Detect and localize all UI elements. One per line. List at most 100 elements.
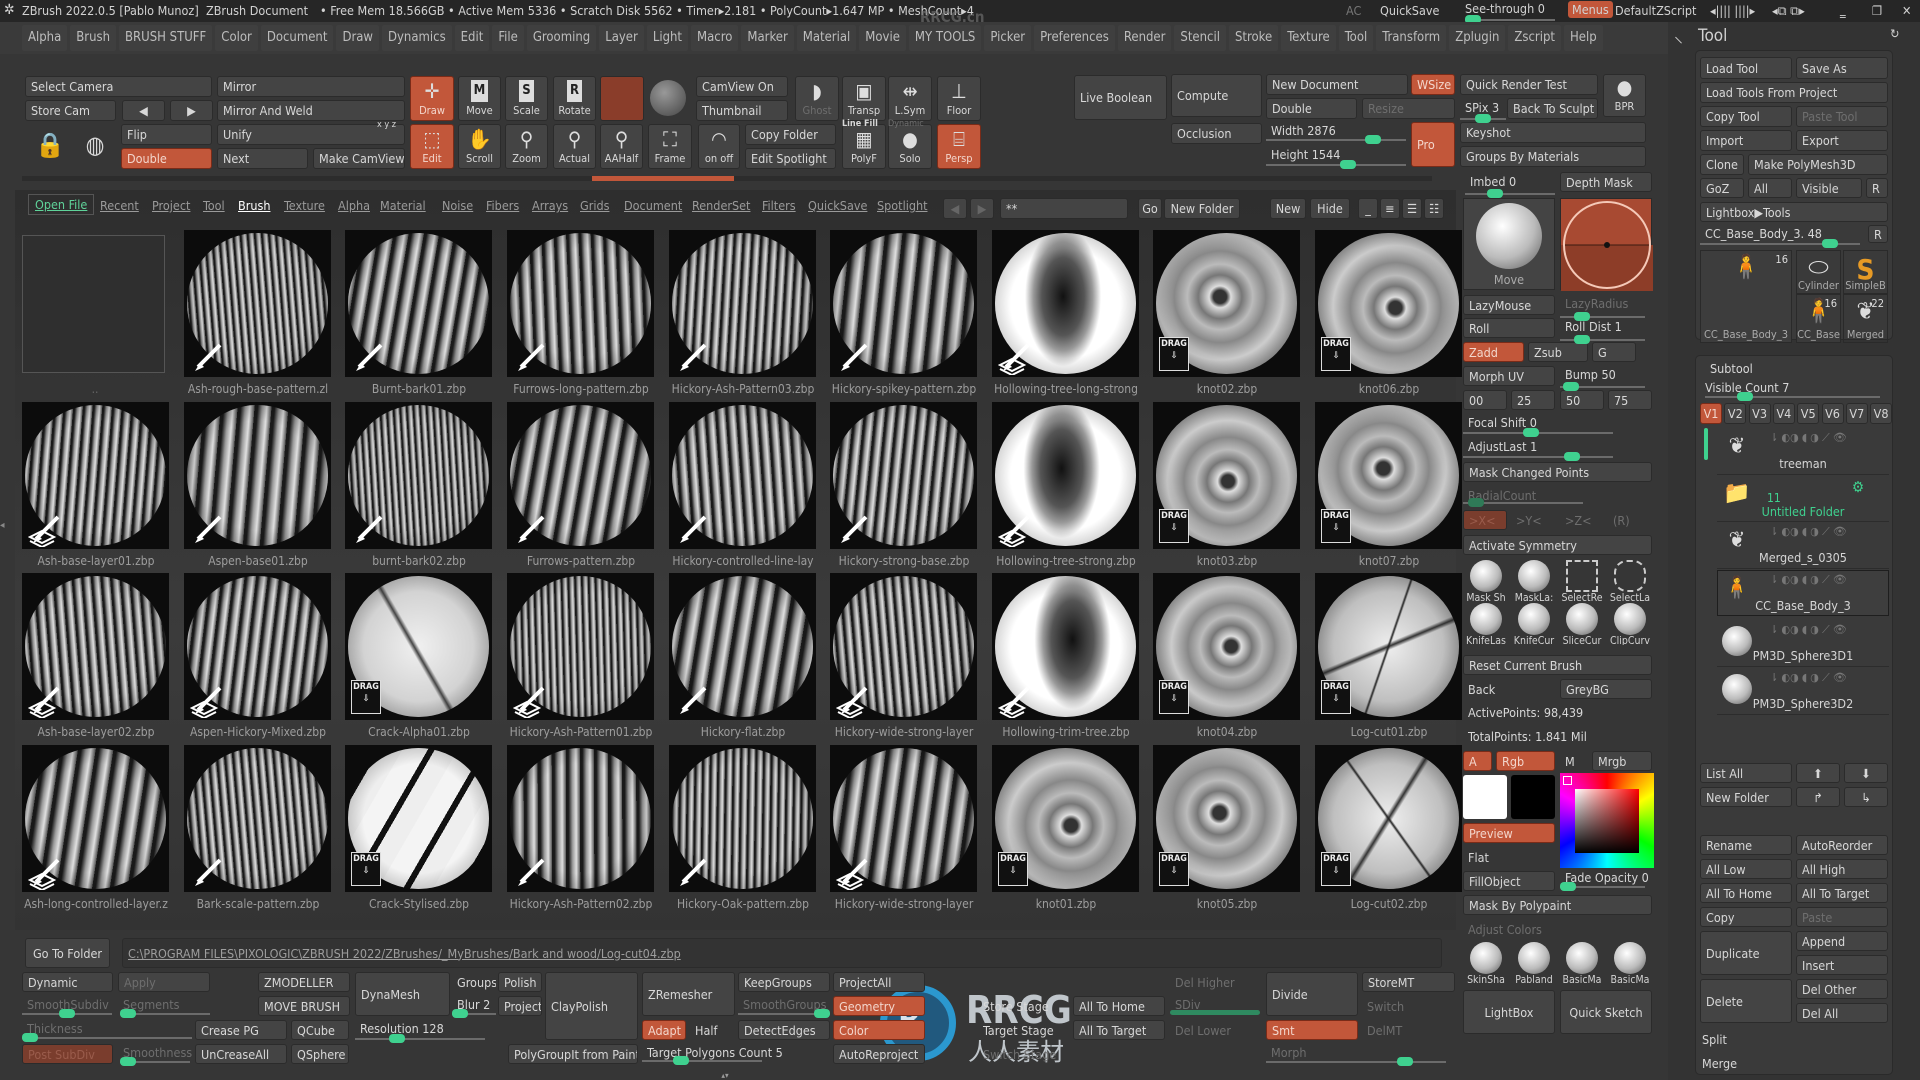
brush-thumbnail[interactable]: DRAG ⇩ [345,745,492,892]
storemt-button[interactable]: StoreMT [1362,972,1455,992]
slider-knob[interactable] [59,1009,75,1018]
zoom-button[interactable]: ⚲ Zoom [505,124,548,169]
edit-spotlight-button[interactable]: Edit Spotlight [745,148,836,169]
slider-knob[interactable] [1563,382,1580,391]
quick-render-test-button[interactable]: Quick Render Test [1460,74,1598,95]
path-button[interactable]: C:\PROGRAM FILES\PIXOLOGIC\ZBRUSH 2022/Z… [122,938,1442,968]
tab-noise[interactable]: Noise [442,198,473,213]
left-collapse-icon[interactable]: ◂ [0,520,10,560]
menu-file[interactable]: File [492,25,524,51]
del-other-button[interactable]: Del Other [1796,979,1888,999]
zsub-button[interactable]: Zsub [1528,342,1588,362]
tab-tool[interactable]: Tool [203,198,225,213]
brush-thumbnail[interactable] [992,230,1139,377]
brush-thumbnail[interactable] [184,573,331,720]
list-all-button[interactable]: List All [1700,763,1792,783]
close-icon[interactable]: ✕ [1902,3,1911,18]
lightbox-button[interactable]: LightBox [1463,990,1555,1034]
slider[interactable] [1560,312,1645,321]
brush-thumbnail[interactable]: DRAG ⇩ [1153,745,1300,892]
a-button[interactable]: A [1463,751,1492,771]
make-polymesh3d-button[interactable]: Make PolyMesh3D [1748,154,1888,175]
brush-thumbnail[interactable] [992,402,1139,549]
camview-on-button[interactable]: CamView On [696,76,788,97]
view-mode-3-icon[interactable]: ☰ [1402,198,1422,219]
view-mode-1-icon[interactable]: _ [1358,198,1378,219]
menu-marker[interactable]: Marker [741,25,794,51]
double-doc-button[interactable]: Double [1266,98,1357,119]
4-button[interactable]: V5 [1797,403,1820,424]
slider[interactable] [120,1009,210,1018]
slider[interactable] [642,1056,762,1065]
duplicate-button[interactable]: Duplicate [1700,931,1792,975]
new-document-button[interactable]: New Document [1266,74,1408,95]
copy-folder-button[interactable]: Copy Folder [745,124,836,145]
brush-thumbnail[interactable]: DRAG ⇩ [1315,745,1462,892]
brush-thumbnail[interactable]: DRAG ⇩ [1315,573,1462,720]
slider[interactable] [1465,189,1555,198]
claypolish-button[interactable]: ClayPolish [545,972,638,1040]
reset-icon[interactable]: ↻ [1890,26,1899,41]
slider-knob[interactable] [1340,160,1357,169]
geometry-button[interactable]: Geometry [833,996,925,1016]
slider[interactable] [1560,335,1645,344]
tab-alpha[interactable]: Alpha [338,198,370,213]
detectedges-button[interactable]: DetectEdges [738,1020,830,1040]
sphere-icon[interactable] [650,80,686,116]
mask-shape-button[interactable]: Mask Sh [1463,560,1509,602]
brush-thumbnail[interactable] [22,745,169,892]
slider[interactable] [1463,452,1613,461]
tab-filters[interactable]: Filters [762,198,796,213]
menu-edit[interactable]: Edit [454,25,490,51]
slider[interactable] [22,1009,112,1018]
flip-button[interactable]: Flip [121,124,212,145]
uncreaseall-button[interactable]: UnCreaseAll [195,1044,287,1064]
lightbox-tools-button[interactable]: Lightbox▶Tools [1700,202,1888,222]
brush-thumbnail[interactable] [507,402,654,549]
polyf-button[interactable]: ▦ PolyF [842,124,886,169]
new-folder-button[interactable]: New Folder [1164,198,1240,219]
slider-knob[interactable] [1573,335,1590,344]
menu-brush[interactable]: Brush [70,25,117,51]
append-button[interactable]: Append [1796,931,1888,951]
menu-light[interactable]: Light [646,25,688,51]
greybg-button[interactable]: GreyBG [1560,679,1652,699]
copy-tool-button[interactable]: Copy Tool [1700,106,1792,127]
brush-thumbnail[interactable] [184,230,331,377]
depth-mask-graph[interactable] [1560,198,1653,291]
knife-lasso-button[interactable]: KnifeLas [1463,603,1509,645]
fill-object-button[interactable]: FillObject [1463,871,1555,891]
make-camview-button[interactable]: Make CamView [313,148,405,169]
menu-material[interactable]: Material [796,25,857,51]
project-button[interactable]: Project [498,996,542,1016]
subtool-controls-icon[interactable]: ⇂ ◐◑ ◖ ◑ ⟋ 👁 [1770,431,1847,445]
all-to-target-button[interactable]: All To Target [1796,883,1888,903]
move-button[interactable]: M Move [458,76,501,121]
back-arrow-icon[interactable]: ◀ [943,198,967,219]
lazymouse-button[interactable]: LazyMouse [1463,295,1555,315]
view-mode-2-icon[interactable]: ≡ [1380,198,1400,219]
floor-button[interactable]: ⊥ Floor [937,76,981,121]
all-to-target-button[interactable]: All To Target [1073,1020,1165,1040]
zremesher-button[interactable]: ZRemesher [642,972,735,1016]
knife-curve-button[interactable]: KnifeCur [1511,603,1557,645]
keepgroups-button[interactable]: KeepGroups [738,972,830,992]
menu-render[interactable]: Render [1117,25,1172,51]
b75-button[interactable]: 75 [1608,390,1652,410]
menu-macro[interactable]: Macro [691,25,739,51]
menu-layer[interactable]: Layer [599,25,644,51]
brush-thumbnail[interactable]: DRAG ⇩ [1153,230,1300,377]
ac-button[interactable]: AC [1346,3,1361,18]
slider-knob[interactable] [1822,239,1839,248]
b00-button[interactable]: 00 [1463,390,1507,410]
morph-uv-button[interactable]: Morph UV [1463,366,1555,386]
g-button[interactable]: G [1592,342,1636,362]
basic-material-2-button[interactable]: BasicMa [1607,942,1653,984]
saturation-value-square[interactable] [1575,789,1639,853]
slider[interactable] [355,1034,485,1043]
crease-pg-button[interactable]: Crease PG [195,1020,287,1040]
slider-knob[interactable] [814,1009,830,1018]
tab-renderset[interactable]: RenderSet [692,198,750,213]
main-color-swatch[interactable] [1463,775,1507,819]
autoreproject-button[interactable]: AutoReproject [833,1044,925,1064]
